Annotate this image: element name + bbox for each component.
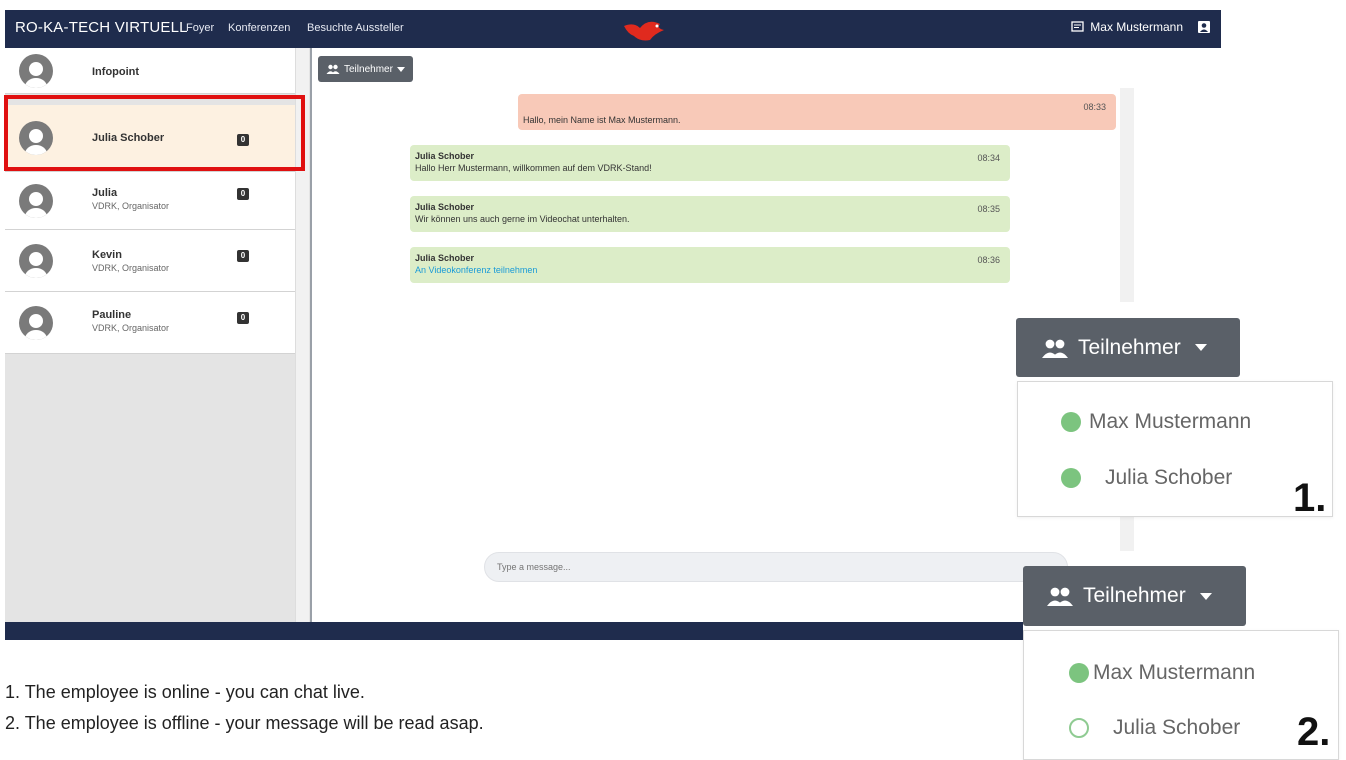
contact-name: Julia (92, 187, 118, 199)
participant-name: Max Mustermann (1089, 410, 1252, 433)
message-time: 08:33 (1083, 102, 1106, 112)
chat-scrollbar[interactable] (1120, 88, 1134, 302)
user-icon[interactable] (1197, 20, 1211, 34)
message-sender: Julia Schober (415, 151, 475, 161)
participant-item[interactable]: Julia Schober (1069, 716, 1240, 740)
online-status-icon (1061, 412, 1081, 432)
nav-link-konferenzen[interactable]: Konferenzen (228, 22, 290, 34)
message-incoming: Julia Schober 08:36 An Videokonferenz te… (410, 247, 1010, 283)
participant-name: Max Mustermann (1093, 661, 1256, 684)
brand-title[interactable]: RO-KA-TECH VIRTUELL (15, 19, 188, 36)
highlight-box (4, 95, 305, 171)
chevron-down-icon (396, 66, 405, 72)
online-status-icon (1069, 663, 1089, 683)
user-menu[interactable]: Max Mustermann (1071, 20, 1211, 34)
unread-badge: 0 (237, 188, 249, 200)
participant-item[interactable]: Julia Schober (1061, 466, 1232, 490)
message-incoming: Julia Schober 08:35 Wir können uns auch … (410, 196, 1010, 232)
message-input[interactable] (484, 552, 1068, 582)
participants-button-label: Teilnehmer (1083, 584, 1186, 607)
contact-name: Pauline (92, 309, 132, 321)
participants-dropdown-2: Max Mustermann Julia Schober (1023, 630, 1339, 760)
video-conference-link[interactable]: An Videokonferenz teilnehmen (415, 265, 537, 275)
callout-number-2: 2. (1297, 710, 1331, 754)
avatar (19, 306, 53, 340)
contact-subtitle: VDRK, Organisator (92, 201, 170, 211)
bird-logo (624, 21, 664, 41)
nav-link-besuchte-aussteller[interactable]: Besuchte Aussteller (307, 22, 404, 34)
note-offline: 2. The employee is offline - your messag… (5, 713, 484, 733)
contact-subtitle: VDRK, Organisator (92, 263, 170, 273)
message-own: 08:33 Hallo, mein Name ist Max Musterman… (518, 94, 1116, 130)
message-text: Hallo, mein Name ist Max Mustermann. (523, 115, 681, 125)
bottom-bar (5, 622, 1023, 640)
message-text: Hallo Herr Mustermann, willkommen auf de… (415, 163, 652, 173)
callout-number-1: 1. (1293, 476, 1327, 520)
user-name[interactable]: Max Mustermann (1090, 20, 1183, 34)
message-time: 08:35 (977, 204, 1000, 214)
contact-name: Kevin (92, 249, 122, 261)
online-status-icon (1061, 468, 1081, 488)
chevron-down-icon (1199, 592, 1212, 600)
unread-badge: 0 (237, 250, 249, 262)
participants-button-label: Teilnehmer (1078, 335, 1181, 359)
chevron-down-icon (1194, 344, 1207, 351)
participants-button-zoom-1[interactable]: Teilnehmer (1016, 318, 1240, 377)
participant-name: Julia Schober (1113, 716, 1241, 739)
message-time: 08:36 (977, 255, 1000, 265)
avatar (19, 54, 53, 88)
contact-subtitle: VDRK, Organisator (92, 323, 170, 333)
message-text: Wir können uns auch gerne im Videochat u… (415, 214, 630, 224)
note-online: 1. The employee is online - you can chat… (5, 682, 365, 702)
nav-link-foyer[interactable]: Foyer (186, 22, 214, 34)
message-sender: Julia Schober (415, 202, 475, 212)
participants-button[interactable]: Teilnehmer (318, 56, 413, 82)
users-icon (326, 64, 340, 74)
contact-item-pauline[interactable]: Pauline VDRK, Organisator 0 (5, 292, 295, 354)
contact-item-infopoint[interactable]: Infopoint (5, 48, 295, 94)
chat-scrollbar-lower[interactable] (1120, 515, 1134, 551)
participant-item[interactable]: Max Mustermann (1061, 410, 1251, 434)
message-incoming: Julia Schober 08:34 Hallo Herr Musterman… (410, 145, 1010, 181)
participants-dropdown-1: Max Mustermann Julia Schober (1017, 381, 1333, 517)
top-navbar: RO-KA-TECH VIRTUELL Foyer Konferenzen Be… (5, 10, 1221, 48)
unread-badge: 0 (237, 312, 249, 324)
message-time: 08:34 (977, 153, 1000, 163)
participant-item[interactable]: Max Mustermann (1069, 661, 1255, 685)
contact-item-julia[interactable]: Julia VDRK, Organisator 0 (5, 172, 295, 230)
offline-status-icon (1069, 718, 1089, 738)
participants-button-label: Teilnehmer (344, 63, 393, 75)
message-icon (1071, 21, 1084, 32)
users-icon (1047, 587, 1073, 606)
avatar (19, 184, 53, 218)
contact-item-kevin[interactable]: Kevin VDRK, Organisator 0 (5, 230, 295, 292)
participants-button-zoom-2[interactable]: Teilnehmer (1023, 566, 1246, 626)
participant-name: Julia Schober (1105, 466, 1233, 489)
message-sender: Julia Schober (415, 253, 475, 263)
contact-name: Infopoint (92, 66, 140, 78)
users-icon (1042, 339, 1068, 358)
avatar (19, 244, 53, 278)
